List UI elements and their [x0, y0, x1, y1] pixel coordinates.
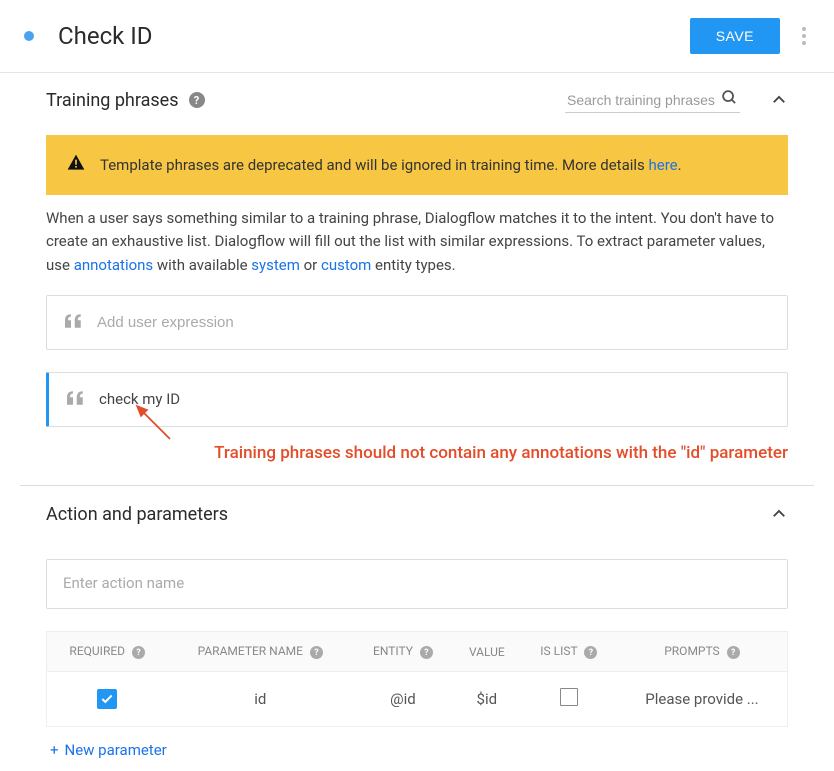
desc-text-3: or: [300, 256, 321, 274]
warning-link[interactable]: here: [649, 156, 678, 174]
intent-title: Check ID: [58, 22, 690, 50]
table-row[interactable]: id @id $id Please provide ...: [47, 672, 788, 727]
training-phrases-section: Training phrases ? Template phrases are …: [0, 73, 834, 477]
callout-arrow-icon: [134, 403, 174, 443]
table-header-row: REQUIRED ? PARAMETER NAME ? ENTITY ? VAL…: [47, 631, 788, 672]
warning-text-body: Template phrases are deprecated and will…: [100, 156, 649, 174]
page-header: Check ID SAVE: [0, 0, 834, 73]
col-param-name: PARAMETER NAME ?: [167, 631, 353, 672]
help-icon[interactable]: ?: [727, 646, 740, 659]
parameters-table: REQUIRED ? PARAMETER NAME ? ENTITY ? VAL…: [46, 631, 788, 728]
col-required: REQUIRED ?: [47, 631, 168, 672]
annotation-callout: Training phrases should not contain any …: [46, 443, 788, 477]
annotation-callout-text: Training phrases should not contain any …: [214, 443, 788, 463]
cell-param-name[interactable]: id: [167, 672, 353, 727]
help-icon[interactable]: ?: [420, 646, 433, 659]
save-button[interactable]: SAVE: [690, 18, 780, 54]
training-description: When a user says something similar to a …: [46, 195, 788, 295]
quote-icon: [65, 312, 83, 333]
quote-icon: [67, 389, 85, 410]
help-icon[interactable]: ?: [132, 646, 145, 659]
action-section-title: Action and parameters: [46, 504, 228, 525]
warning-text: Template phrases are deprecated and will…: [100, 156, 682, 174]
cell-required[interactable]: [47, 672, 168, 727]
intent-status-dot: [24, 31, 34, 41]
help-icon[interactable]: ?: [310, 646, 323, 659]
desc-text-2: with available: [153, 256, 251, 274]
cell-is-list[interactable]: [521, 672, 617, 727]
action-name-input[interactable]: [46, 559, 788, 609]
cell-value[interactable]: $id: [453, 672, 521, 727]
training-section-title: Training phrases: [46, 90, 179, 111]
col-value: VALUE: [453, 631, 521, 672]
collapse-training-icon[interactable]: [770, 91, 788, 109]
required-checkbox[interactable]: [97, 689, 117, 709]
annotations-link[interactable]: annotations: [74, 256, 153, 274]
add-phrase-box[interactable]: [46, 295, 788, 350]
system-link[interactable]: system: [251, 256, 300, 274]
add-phrase-input[interactable]: [97, 314, 769, 331]
warning-icon: [66, 153, 86, 177]
help-icon[interactable]: ?: [584, 646, 597, 659]
search-input[interactable]: [567, 92, 717, 108]
plus-icon: +: [50, 741, 59, 759]
cell-entity[interactable]: @id: [353, 672, 453, 727]
help-icon[interactable]: ?: [189, 92, 205, 108]
section-divider: [20, 485, 814, 486]
custom-link[interactable]: custom: [321, 256, 371, 274]
deprecation-warning: Template phrases are deprecated and will…: [46, 135, 788, 195]
col-prompts: PROMPTS ?: [617, 631, 788, 672]
col-is-list: IS LIST ?: [521, 631, 617, 672]
is-list-checkbox[interactable]: [560, 688, 578, 706]
new-parameter-label: New parameter: [65, 741, 167, 759]
col-entity: ENTITY ?: [353, 631, 453, 672]
action-section-header: Action and parameters: [46, 504, 788, 537]
search-icon[interactable]: [721, 89, 738, 110]
desc-text-4: entity types.: [371, 256, 455, 274]
search-training-phrases[interactable]: [565, 87, 740, 113]
action-parameters-section: Action and parameters REQUIRED ? PARAMET…: [0, 504, 834, 770]
cell-prompts[interactable]: Please provide ...: [617, 672, 788, 727]
training-section-header: Training phrases ?: [46, 87, 788, 125]
collapse-action-icon[interactable]: [770, 505, 788, 523]
more-menu-icon[interactable]: [798, 23, 810, 49]
new-parameter-button[interactable]: + New parameter: [46, 727, 788, 769]
